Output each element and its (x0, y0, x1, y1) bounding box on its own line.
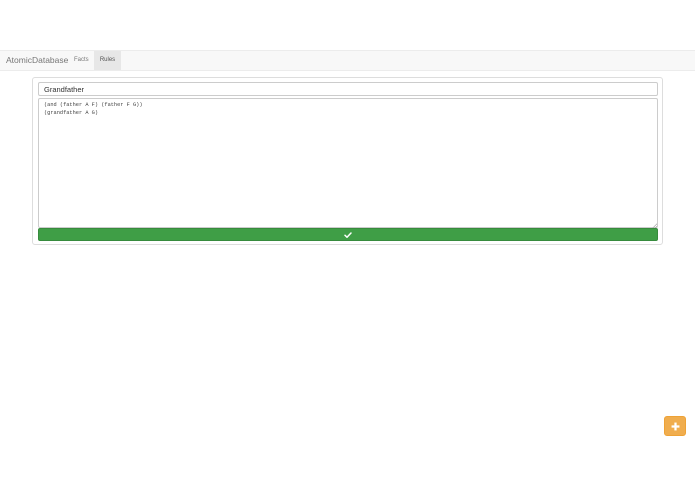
rule-body-textarea[interactable]: (and (father A F) (father F G)) (grandfa… (38, 98, 658, 228)
save-rule-button[interactable] (38, 228, 658, 241)
plus-icon (671, 422, 679, 430)
nav-item-rules[interactable]: Rules (94, 51, 121, 70)
add-rule-button[interactable] (664, 416, 686, 436)
navbar: AtomicDatabase Facts Rules (0, 50, 695, 71)
nav-item-facts[interactable]: Facts (68, 51, 95, 70)
navbar-brand[interactable]: AtomicDatabase (6, 51, 68, 70)
check-icon (344, 231, 352, 238)
rule-editor-panel: (and (father A F) (father F G)) (grandfa… (32, 77, 663, 245)
rule-title-input[interactable] (38, 82, 658, 96)
